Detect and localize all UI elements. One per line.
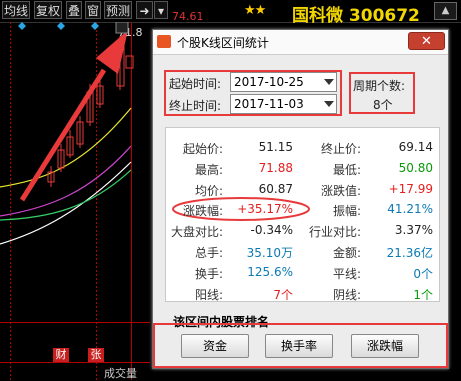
rating-stars: ★★: [244, 3, 266, 18]
ma-line-button[interactable]: 均线: [2, 1, 31, 19]
ma-line-yellow: [0, 107, 132, 188]
stat-value: +17.99: [388, 182, 433, 196]
close-button[interactable]: ✕: [408, 32, 445, 50]
interval-stats-dialog: 个股K线区间统计 ✕ 起始时间: 2017-10-25 终止时间: 2017-1…: [152, 29, 449, 369]
end-time-label: 终止时间:: [169, 99, 222, 113]
stat-label: 均价:: [194, 184, 223, 198]
stat-label: 平线:: [332, 267, 361, 281]
overlay-button[interactable]: 叠: [66, 1, 83, 19]
stat-value: -0.34%: [250, 223, 293, 237]
stat-value: 35.10万: [246, 246, 293, 260]
period-count-label: 周期个数:: [353, 79, 406, 93]
scroll-up-icon[interactable]: ▲: [434, 2, 457, 20]
rank-turnover-button[interactable]: 换手率: [265, 334, 333, 358]
dialog-titlebar[interactable]: 个股K线区间统计 ✕: [153, 30, 448, 55]
stat-value: 50.80: [398, 161, 433, 175]
stat-label: 金额:: [332, 246, 361, 260]
period-count-value: 8个: [373, 98, 393, 112]
stat-value: 21.36亿: [386, 246, 433, 260]
stat-value: 1个: [413, 288, 433, 302]
volume-label: 成交量: [104, 367, 137, 380]
chevron-down-icon: [324, 79, 334, 85]
stat-value: 3.37%: [394, 223, 433, 237]
limit-up-flag[interactable]: 张: [88, 348, 104, 362]
stat-value: 7个: [273, 288, 293, 302]
end-date-select[interactable]: 2017-11-03: [230, 94, 337, 114]
end-date-value: 2017-11-03: [234, 97, 304, 111]
stat-value: 41.21%: [387, 202, 433, 216]
marker-diamond: [57, 22, 65, 30]
chart-toolbar: 均线 复权 叠 窗 预测 ➜ ▾ 74.61 ★★ 国科微 300672 ▲: [0, 0, 461, 26]
stat-value: 69.14: [398, 140, 433, 154]
arrow-right-icon[interactable]: ➜: [136, 1, 153, 19]
stat-value: 71.88: [258, 161, 293, 175]
stat-label: 涨跌值:: [320, 184, 361, 198]
stat-value: 0个: [413, 267, 433, 281]
stat-value: 60.87: [258, 182, 293, 196]
stat-value: 51.15: [258, 140, 293, 154]
stat-label: 总手:: [194, 246, 223, 260]
stat-label: 阳线:: [194, 288, 223, 302]
dropdown-icon[interactable]: ▾: [154, 1, 168, 19]
forecast-button[interactable]: 预测: [104, 1, 133, 19]
adjust-rights-button[interactable]: 复权: [34, 1, 63, 19]
stat-value: +35.17%: [237, 202, 293, 216]
marker-diamond: [91, 22, 99, 30]
stat-label: 阴线:: [332, 288, 361, 302]
start-time-label: 起始时间:: [169, 77, 222, 91]
chart-close-icon[interactable]: [115, 22, 129, 34]
stat-label: 起始价:: [182, 142, 223, 156]
stat-label: 行业对比:: [308, 225, 361, 239]
window-button[interactable]: 窗: [85, 1, 102, 19]
stat-value: 125.6%: [247, 265, 293, 279]
start-date-value: 2017-10-25: [234, 75, 304, 89]
stat-label: 大盘对比:: [170, 225, 223, 239]
rank-change-button[interactable]: 涨跌幅: [351, 334, 419, 358]
start-date-select[interactable]: 2017-10-25: [230, 72, 337, 92]
marker-diamond: [18, 22, 26, 30]
app-icon: [157, 35, 171, 48]
stat-label: 振幅:: [332, 204, 361, 218]
dialog-title: 个股K线区间统计: [177, 36, 269, 50]
rank-fund-button[interactable]: 资金: [181, 334, 249, 358]
annotation-arrow: [19, 68, 107, 202]
stat-label: 涨跌幅:: [182, 204, 223, 218]
stat-label: 换手:: [194, 267, 223, 281]
stat-label: 最高:: [194, 163, 223, 177]
stat-label: 最低:: [332, 163, 361, 177]
finance-flag[interactable]: 财: [53, 348, 69, 362]
ma-line-white: [0, 161, 132, 245]
stat-label: 终止价:: [320, 142, 361, 156]
chevron-down-icon: [324, 101, 334, 107]
